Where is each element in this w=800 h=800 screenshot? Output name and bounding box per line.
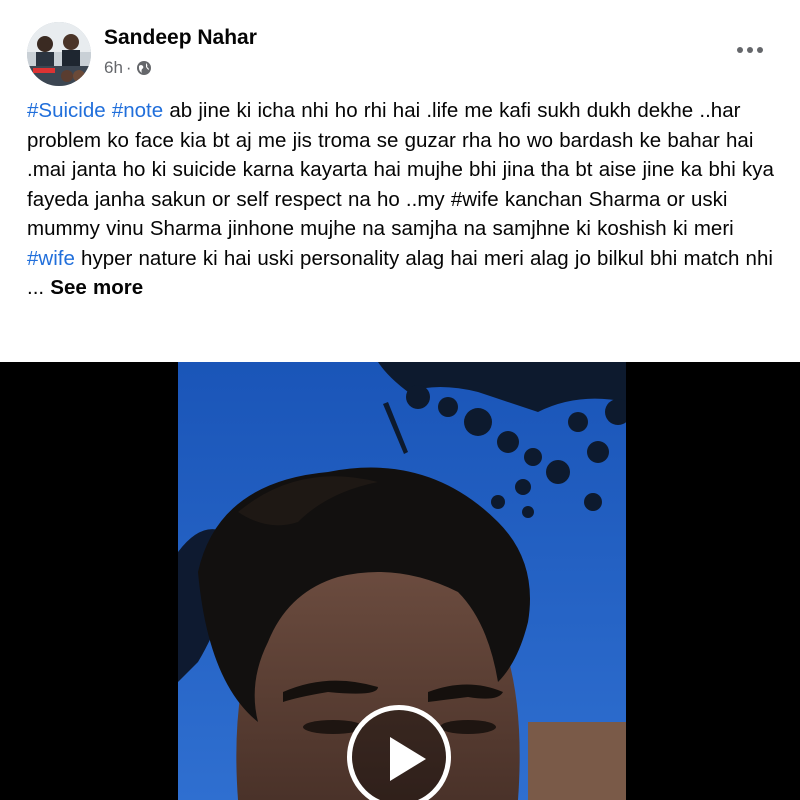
more-horizontal-icon xyxy=(737,47,763,53)
hashtag-wife[interactable]: #wife xyxy=(27,247,75,270)
play-button[interactable] xyxy=(347,705,451,800)
author-avatar[interactable] xyxy=(27,22,91,86)
see-more-link[interactable]: See more xyxy=(50,276,143,299)
globe-icon[interactable] xyxy=(136,60,152,76)
author-name[interactable]: Sandeep Nahar xyxy=(104,26,257,50)
post-text: #Suicide #note ab jine ki icha nhi ho rh… xyxy=(27,96,777,303)
avatar-image xyxy=(27,22,91,86)
hashtag-suicide[interactable]: #Suicide xyxy=(27,99,106,122)
facebook-post: Sandeep Nahar 6h · #Suicide #note ab jin… xyxy=(0,0,800,800)
post-timestamp[interactable]: 6h xyxy=(104,58,123,78)
meta-separator: · xyxy=(125,58,132,77)
post-meta: 6h · xyxy=(104,58,152,78)
more-options-button[interactable] xyxy=(730,36,770,64)
hashtag-note[interactable]: #note xyxy=(112,99,163,122)
play-icon xyxy=(390,737,426,781)
